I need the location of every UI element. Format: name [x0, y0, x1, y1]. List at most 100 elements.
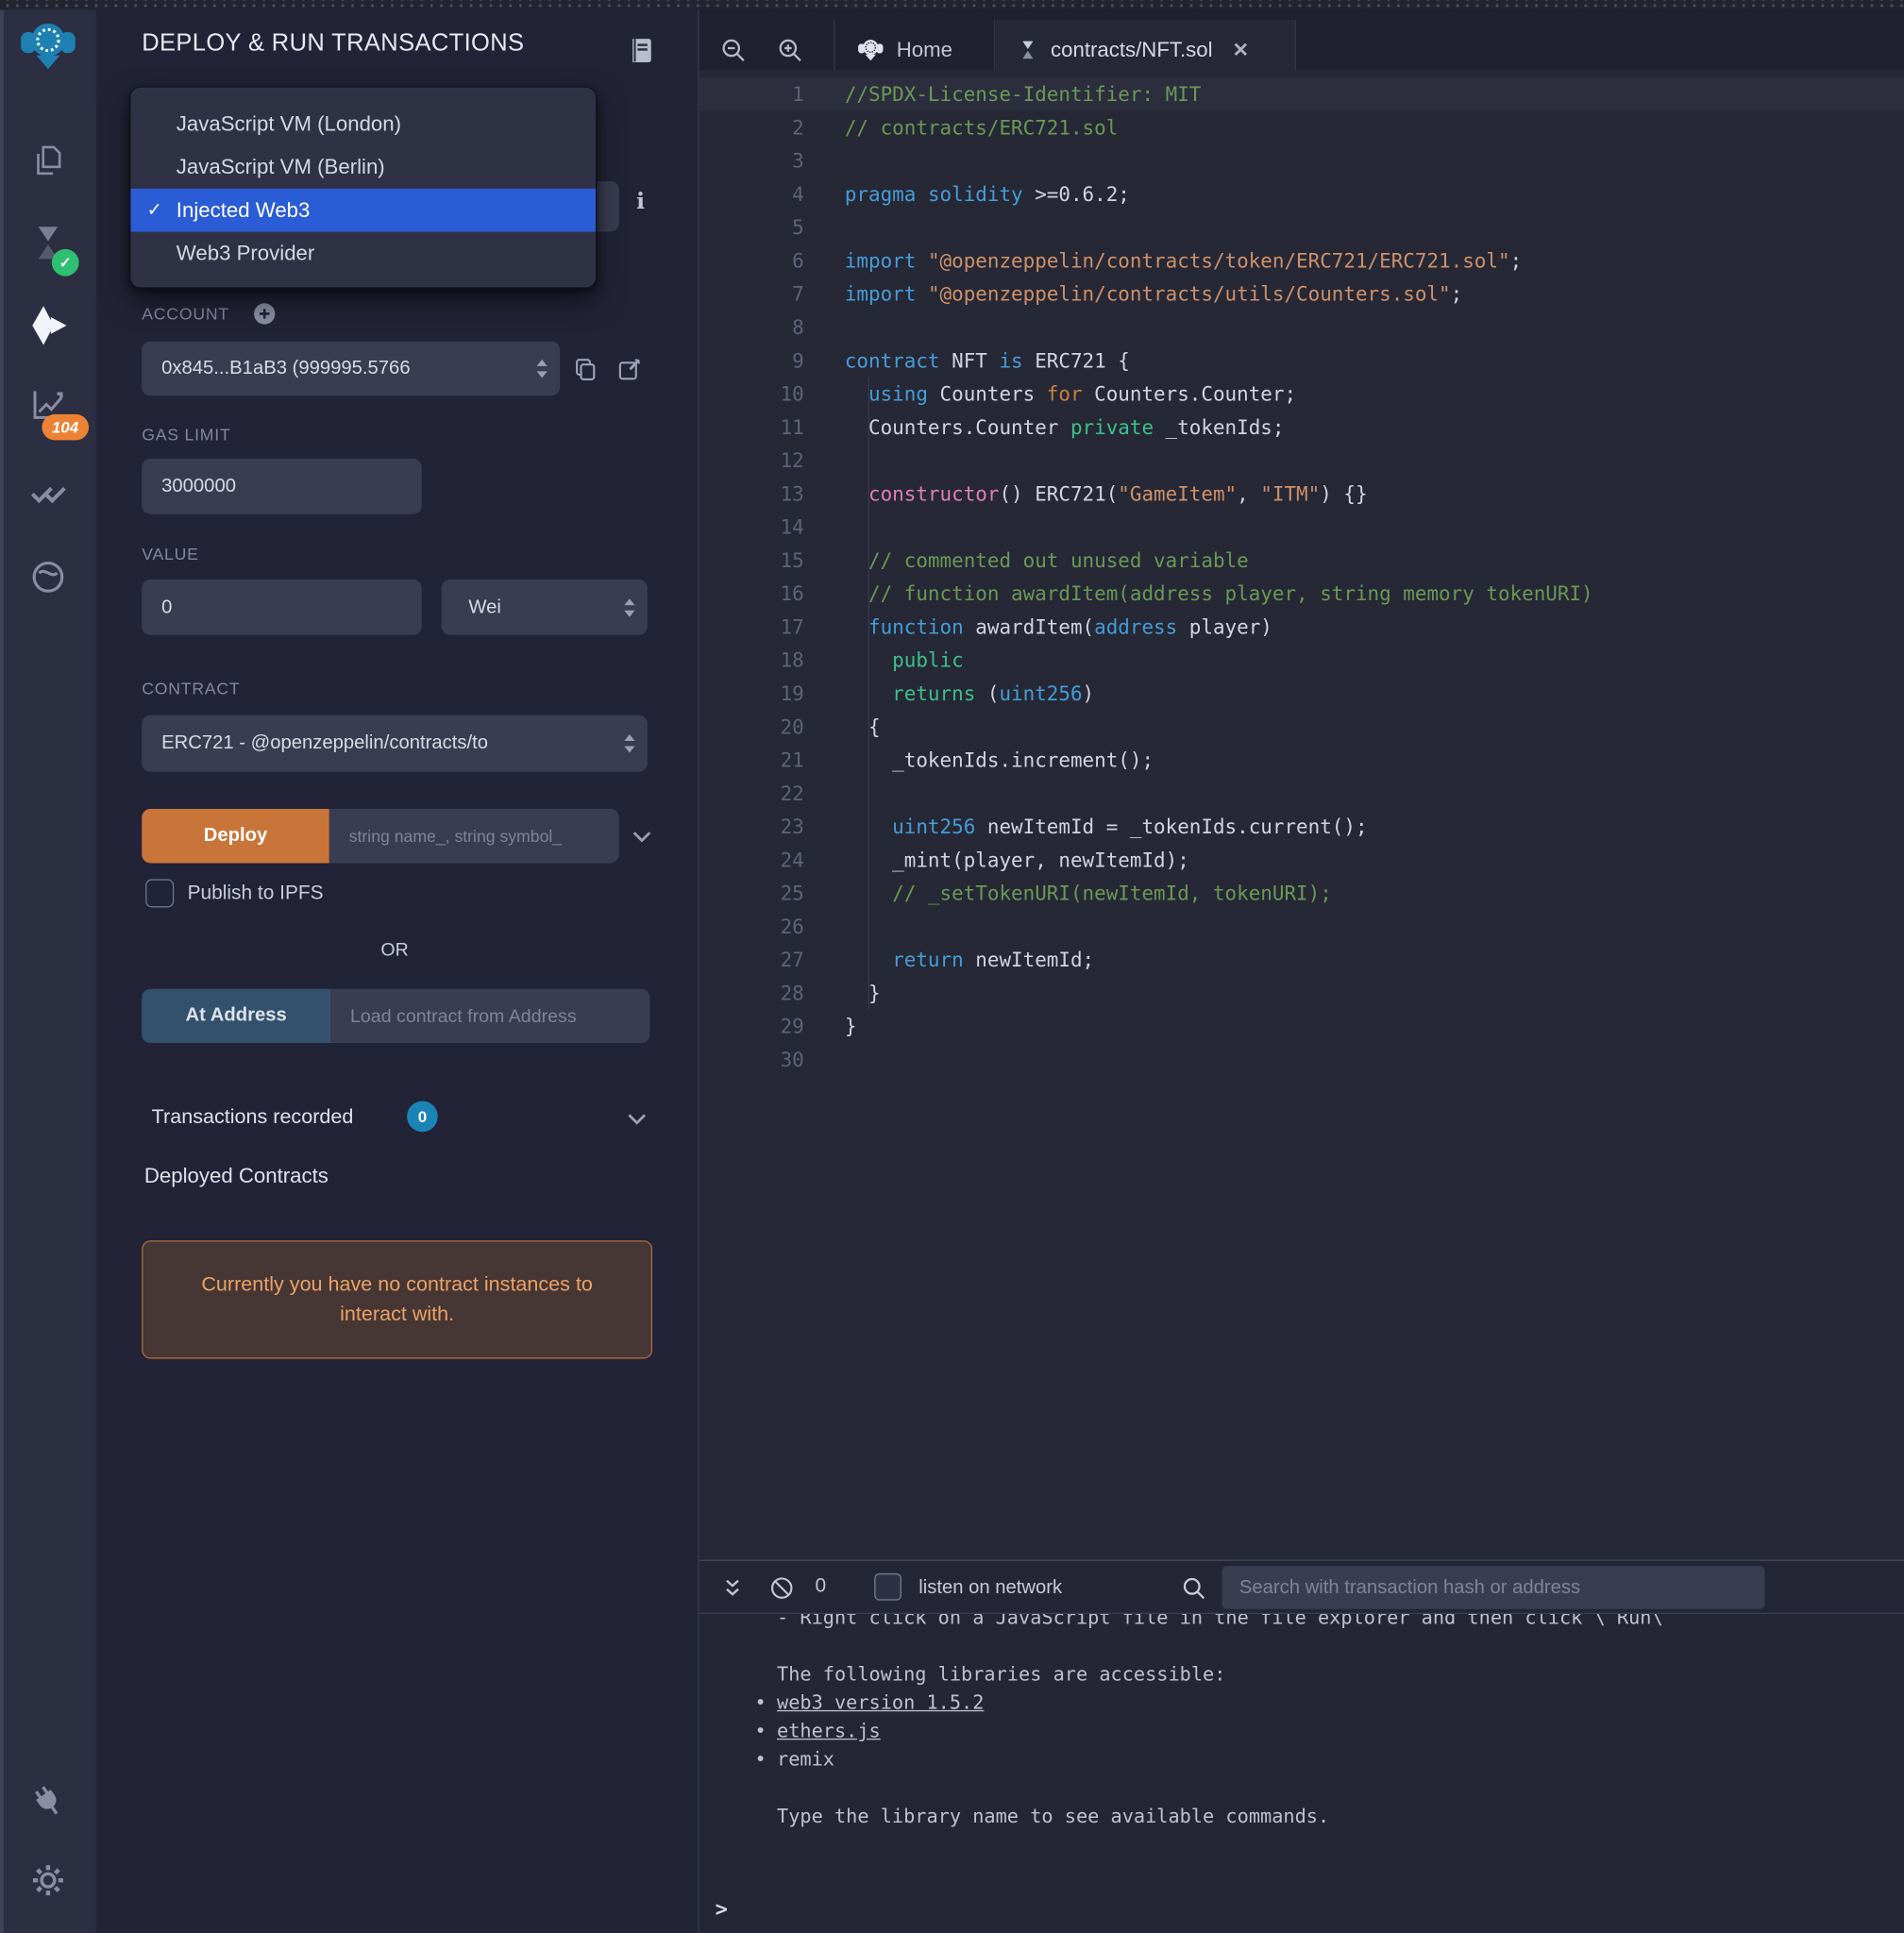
clear-terminal-icon[interactable]: [768, 1574, 796, 1602]
tab-file-label: contracts/NFT.sol: [1051, 38, 1213, 62]
code-line[interactable]: 17 function awardItem(address player): [699, 611, 1904, 644]
code-line[interactable]: 8: [699, 311, 1904, 344]
code-line[interactable]: 30: [699, 1043, 1904, 1076]
sidebar-edge: [0, 0, 4, 1933]
file-explorer-icon[interactable]: [28, 141, 68, 180]
publish-ipfs-checkbox[interactable]: [145, 879, 174, 907]
account-stepper-icon[interactable]: [535, 358, 548, 378]
plugin-manager-icon[interactable]: [28, 1782, 68, 1822]
compiler-success-badge: ✓: [52, 249, 79, 277]
deploy-button[interactable]: Deploy: [142, 809, 329, 863]
code-line[interactable]: 10 using Counters for Counters.Counter;: [699, 378, 1904, 411]
listen-network-label: listen on network: [918, 1577, 1062, 1600]
terminal-toolbar: 0 listen on network: [699, 1562, 1904, 1614]
documentation-book-icon[interactable]: [627, 36, 656, 65]
code-line[interactable]: 11 Counters.Counter private _tokenIds;: [699, 411, 1904, 444]
terminal-link[interactable]: ethers.js: [777, 1720, 881, 1742]
remix-logo-icon[interactable]: [19, 15, 78, 76]
terminal-line: •web3 version 1.5.2: [699, 1689, 1904, 1718]
code-line[interactable]: 25 // _setTokenURI(newItemId, tokenURI);: [699, 877, 1904, 910]
code-line[interactable]: 19 returns (uint256): [699, 677, 1904, 710]
code-line[interactable]: 7import "@openzeppelin/contracts/utils/C…: [699, 277, 1904, 311]
code-line[interactable]: 6import "@openzeppelin/contracts/token/E…: [699, 244, 1904, 277]
at-address-button[interactable]: At Address: [142, 989, 330, 1043]
search-icon: [1180, 1574, 1207, 1602]
gas-limit-input[interactable]: [142, 459, 422, 514]
copy-account-icon[interactable]: [571, 355, 599, 383]
unit-stepper-icon[interactable]: [623, 597, 636, 617]
code-line[interactable]: 14: [699, 511, 1904, 544]
solidity-file-icon: [1018, 38, 1038, 61]
code-line[interactable]: 13 constructor() ERC721("GameItem", "ITM…: [699, 478, 1904, 511]
code-line[interactable]: 15 // commented out unused variable: [699, 544, 1904, 577]
code-line[interactable]: 24 _mint(player, newItemId);: [699, 844, 1904, 877]
main-area: Home contracts/NFT.sol ✕ 1//SPDX-License…: [699, 0, 1904, 1933]
code-line[interactable]: 23 uint256 newItemId = _tokenIds.current…: [699, 810, 1904, 843]
terminal-prompt[interactable]: >: [716, 1897, 728, 1922]
or-separator: OR: [142, 939, 648, 960]
code-line[interactable]: 22: [699, 777, 1904, 810]
environment-option[interactable]: Web3 Provider: [130, 232, 595, 276]
code-line[interactable]: 4pragma solidity >=0.6.2;: [699, 177, 1904, 210]
expand-constructor-icon[interactable]: [632, 830, 652, 843]
plugin-circle-icon[interactable]: [28, 557, 68, 597]
environment-option[interactable]: JavaScript VM (Berlin): [130, 145, 595, 189]
terminal-collapse-icon[interactable]: [719, 1574, 747, 1602]
terminal-count: 0: [815, 1576, 826, 1599]
terminal-line: •remix: [699, 1746, 1904, 1774]
code-line[interactable]: 12: [699, 444, 1904, 477]
transactions-expand-icon[interactable]: [627, 1112, 648, 1125]
settings-gear-icon[interactable]: [29, 1862, 66, 1899]
terminal-line: •ethers.js: [699, 1718, 1904, 1746]
edit-account-icon[interactable]: [615, 355, 644, 383]
code-line[interactable]: 21 _tokenIds.increment();: [699, 744, 1904, 777]
environment-option[interactable]: JavaScript VM (London): [130, 102, 595, 145]
code-line[interactable]: 3: [699, 144, 1904, 177]
transactions-recorded-label: Transactions recorded: [152, 1106, 354, 1130]
code-line[interactable]: 5: [699, 210, 1904, 244]
deploy-run-icon[interactable]: [25, 303, 70, 347]
environment-option[interactable]: ✓Injected Web3: [130, 189, 595, 232]
remix-ide-window: ✓ 104: [0, 0, 1904, 1933]
contract-select[interactable]: ERC721 - @openzeppelin/contracts/to: [142, 715, 648, 772]
panel-title: DEPLOY & RUN TRANSACTIONS: [142, 29, 524, 58]
home-remix-icon: [857, 36, 885, 64]
environment-dropdown: JavaScript VM (London)JavaScript VM (Ber…: [129, 86, 597, 288]
code-line[interactable]: 26: [699, 910, 1904, 943]
code-line[interactable]: 18 public: [699, 644, 1904, 677]
window-resize-strip: [0, 0, 1904, 9]
terminal-search-input[interactable]: [1222, 1566, 1765, 1609]
code-line[interactable]: 20 {: [699, 710, 1904, 743]
account-label: ACCOUNT: [142, 305, 229, 324]
terminal-line: Type the library name to see available c…: [699, 1803, 1904, 1831]
code-line[interactable]: 28 }: [699, 977, 1904, 1010]
debugger-icon[interactable]: [28, 474, 68, 513]
deploy-run-panel: DEPLOY & RUN TRANSACTIONS i JavaScript V…: [96, 0, 699, 1933]
gas-limit-label: GAS LIMIT: [142, 426, 230, 445]
zoom-in-icon[interactable]: [776, 36, 804, 64]
contract-stepper-icon[interactable]: [623, 733, 636, 754]
tab-bar: Home contracts/NFT.sol ✕: [699, 9, 1904, 70]
code-line[interactable]: 1//SPDX-License-Identifier: MIT: [699, 77, 1904, 110]
code-line[interactable]: 27 return newItemId;: [699, 943, 1904, 976]
listen-network-checkbox[interactable]: [874, 1573, 901, 1601]
at-address-input[interactable]: [330, 989, 649, 1043]
close-tab-icon[interactable]: ✕: [1232, 38, 1249, 62]
constructor-args-input[interactable]: [329, 809, 619, 863]
contract-value: ERC721 - @openzeppelin/contracts/to: [142, 715, 648, 772]
zoom-out-icon[interactable]: [719, 36, 748, 64]
code-line[interactable]: 2// contracts/ERC721.sol: [699, 111, 1904, 144]
value-input[interactable]: [142, 580, 422, 635]
environment-dropdown-list: JavaScript VM (London)JavaScript VM (Ber…: [130, 102, 595, 275]
code-editor[interactable]: 1//SPDX-License-Identifier: MIT2// contr…: [699, 70, 1904, 1559]
add-account-icon[interactable]: [253, 302, 277, 326]
code-line[interactable]: 29}: [699, 1010, 1904, 1043]
environment-info-icon[interactable]: i: [636, 189, 645, 214]
terminal-link[interactable]: web3 version 1.5.2: [777, 1691, 984, 1714]
contract-label: CONTRACT: [142, 680, 240, 698]
code-line[interactable]: 9contract NFT is ERC721 {: [699, 344, 1904, 377]
value-unit-select[interactable]: Wei: [442, 580, 648, 635]
code-line[interactable]: 16 // function awardItem(address player,…: [699, 577, 1904, 610]
account-select[interactable]: 0x845...B1aB3 (999995.5766: [142, 342, 560, 395]
terminal-lines: - Right click on a JavaScript file in th…: [699, 1605, 1904, 1831]
